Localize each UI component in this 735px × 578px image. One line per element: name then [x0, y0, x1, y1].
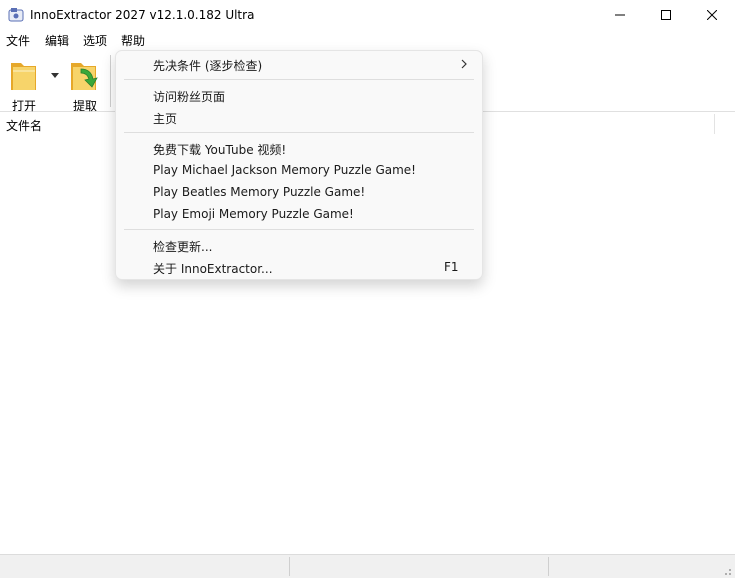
open-dropdown-arrow[interactable] — [49, 69, 61, 81]
menu-edit[interactable]: 编辑 — [45, 32, 69, 49]
menu-separator — [124, 229, 474, 230]
column-divider[interactable] — [714, 114, 715, 134]
help-menu: 先决条件 (逐步检查) 访问粉丝页面 主页 免费下载 YouTube 视频! P… — [115, 50, 483, 280]
menu-item-label: Play Michael Jackson Memory Puzzle Game! — [153, 163, 416, 177]
column-filename[interactable]: 文件名 — [6, 117, 42, 134]
menu-file[interactable]: 文件 — [6, 32, 30, 49]
menu-item-prerequisites[interactable]: 先决条件 (逐步检查) — [116, 53, 482, 75]
resize-grip-icon[interactable] — [722, 566, 732, 576]
menu-item-label: Play Beatles Memory Puzzle Game! — [153, 185, 366, 199]
app-icon[interactable] — [8, 7, 24, 23]
menu-item-label: 关于 InnoExtractor... — [153, 262, 273, 276]
chevron-right-icon — [461, 59, 467, 69]
menu-item-beatles-game[interactable]: Play Beatles Memory Puzzle Game! — [116, 181, 482, 203]
close-button[interactable] — [689, 0, 735, 30]
maximize-icon — [661, 10, 671, 20]
menu-help[interactable]: 帮助 — [121, 32, 145, 49]
menu-item-label: 检查更新... — [153, 240, 213, 254]
menu-separator — [124, 132, 474, 133]
extract-button[interactable]: 提取 — [67, 55, 103, 113]
window-title: InnoExtractor 2027 v12.1.0.182 Ultra — [30, 8, 255, 22]
menu-options[interactable]: 选项 — [83, 32, 107, 49]
toolbar-separator — [110, 55, 111, 107]
status-pane-divider — [548, 557, 549, 576]
menu-separator — [124, 79, 474, 80]
minimize-icon — [615, 14, 625, 16]
maximize-button[interactable] — [643, 0, 689, 30]
menu-item-label: 访问粉丝页面 — [153, 90, 226, 104]
menu-item-emoji-game[interactable]: Play Emoji Memory Puzzle Game! — [116, 203, 482, 225]
close-icon — [707, 10, 717, 20]
menu-item-check-updates[interactable]: 检查更新... — [116, 234, 482, 256]
minimize-button[interactable] — [597, 0, 643, 30]
open-button[interactable]: 打开 — [6, 55, 42, 113]
folder-icon — [11, 63, 36, 90]
menu-item-homepage[interactable]: 主页 — [116, 106, 482, 128]
extract-folder-icon — [71, 63, 98, 90]
menu-item-label: 先决条件 (逐步检查) — [153, 59, 263, 73]
title-bar: InnoExtractor 2027 v12.1.0.182 Ultra — [0, 0, 735, 30]
menu-bar: 文件 编辑 选项 帮助 — [0, 30, 735, 49]
menu-item-label: 免费下载 YouTube 视频! — [153, 143, 287, 157]
chevron-down-icon — [51, 73, 59, 78]
status-bar — [0, 554, 735, 578]
menu-item-label: Play Emoji Memory Puzzle Game! — [153, 207, 354, 221]
menu-item-label: 主页 — [153, 112, 178, 126]
menu-item-about[interactable]: 关于 InnoExtractor... F1 — [116, 256, 482, 278]
menu-item-shortcut: F1 — [444, 260, 459, 274]
menu-item-mj-game[interactable]: Play Michael Jackson Memory Puzzle Game! — [116, 159, 482, 181]
menu-item-visit-fan-page[interactable]: 访问粉丝页面 — [116, 84, 482, 106]
menu-item-youtube[interactable]: 免费下载 YouTube 视频! — [116, 137, 482, 159]
status-pane-divider — [289, 557, 290, 576]
